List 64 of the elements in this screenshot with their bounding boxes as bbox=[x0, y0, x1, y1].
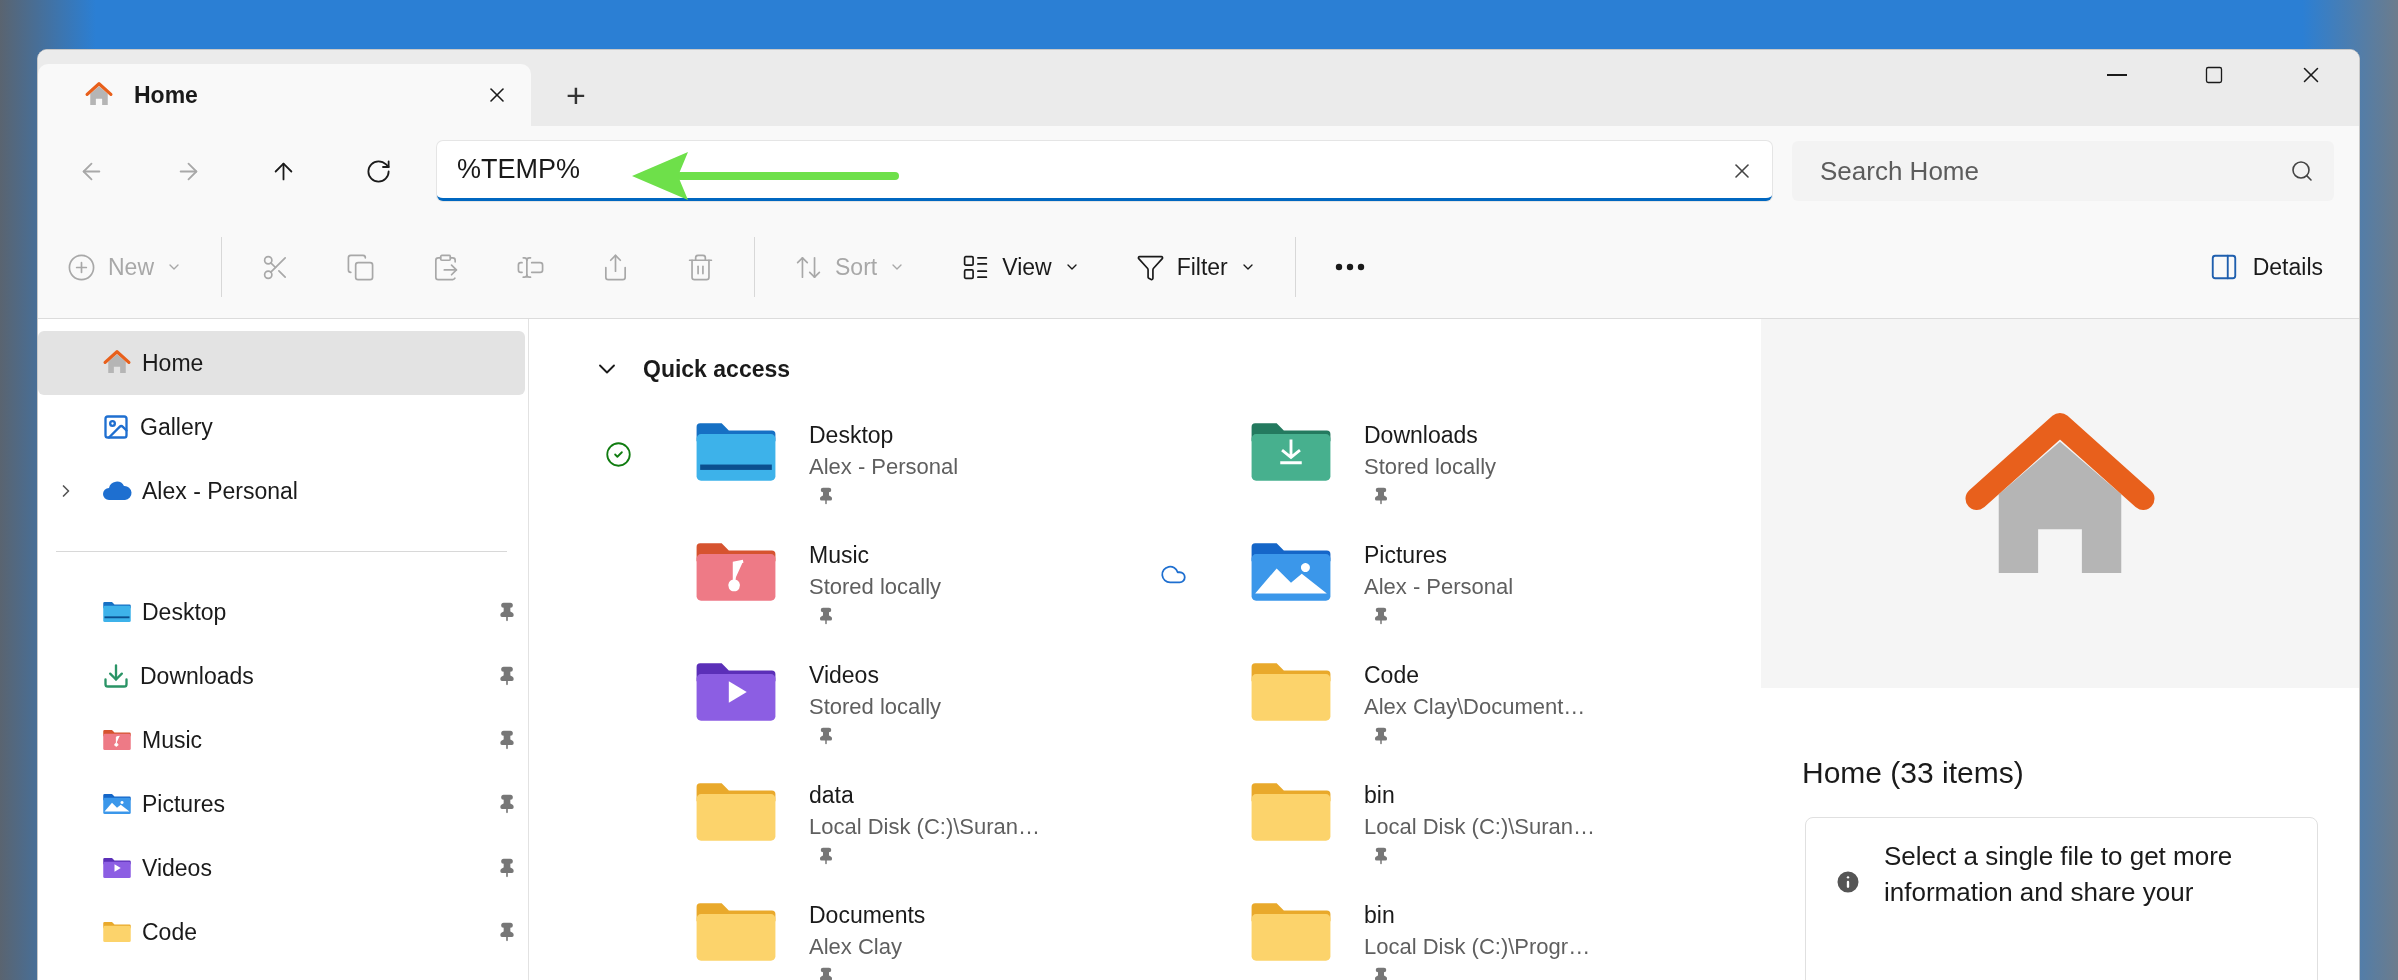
folder-location: Local Disk (C:)\Suran… bbox=[809, 813, 1041, 841]
folder-tile[interactable]: bin Local Disk (C:)\Suran… bbox=[1148, 777, 1703, 897]
tab[interactable]: Home bbox=[38, 64, 531, 126]
folder-location: Alex Clay\Document… bbox=[1364, 693, 1586, 721]
trash-icon bbox=[686, 252, 715, 282]
folder-tile[interactable]: Documents Alex Clay bbox=[593, 897, 1148, 980]
sidebar-item[interactable]: Home bbox=[38, 331, 525, 395]
folder-icon bbox=[102, 600, 132, 624]
sidebar-item[interactable]: Gallery bbox=[38, 395, 525, 459]
folder-tile[interactable]: Music Stored locally bbox=[593, 537, 1148, 657]
search-field[interactable]: Search Home bbox=[1792, 141, 2334, 201]
folder-location: Stored locally bbox=[809, 573, 942, 601]
maximize-icon bbox=[2203, 65, 2224, 85]
folder-icon bbox=[102, 856, 132, 880]
sidebar-item[interactable]: Desktop bbox=[38, 580, 525, 644]
address-field[interactable]: %TEMP% bbox=[437, 141, 1772, 201]
folder-tile[interactable]: bin Local Disk (C:)\Progr… bbox=[1148, 897, 1703, 980]
sidebar-item[interactable]: Downloads bbox=[38, 644, 525, 708]
folder-name: Downloads bbox=[1364, 421, 1479, 450]
folder-name: Videos bbox=[809, 661, 880, 690]
folder-tile[interactable]: Videos Stored locally bbox=[593, 657, 1148, 777]
sidebar-item[interactable]: Music bbox=[38, 708, 525, 772]
section-title: Quick access bbox=[643, 354, 791, 384]
folder-icon bbox=[102, 920, 132, 944]
copy-icon bbox=[346, 252, 375, 282]
folder-tile[interactable]: Desktop Alex - Personal bbox=[593, 417, 1148, 537]
folder-location: Alex - Personal bbox=[1364, 573, 1514, 601]
folder-icon bbox=[102, 792, 132, 816]
plus-circle-icon bbox=[67, 252, 96, 282]
folder-name: data bbox=[809, 781, 855, 810]
info-message: Select a single file to get more information and share your bbox=[1884, 839, 2234, 909]
sidebar-item[interactable]: Code bbox=[38, 900, 525, 964]
folder-name: bin bbox=[1364, 781, 1396, 810]
folder-tile[interactable]: data Local Disk (C:)\Suran… bbox=[593, 777, 1148, 897]
sidebar-item[interactable]: Videos bbox=[38, 836, 525, 900]
sidebar-item[interactable]: Alex - Personal bbox=[38, 459, 525, 523]
folder-location: Stored locally bbox=[1364, 453, 1497, 481]
download-icon bbox=[102, 662, 130, 690]
folder-location: Local Disk (C:)\Suran… bbox=[1364, 813, 1596, 841]
toolbar-button[interactable]: Filter bbox=[1118, 237, 1273, 297]
minimize-icon bbox=[2106, 74, 2127, 76]
folder-name: Documents bbox=[809, 901, 926, 930]
folder-location: Alex Clay bbox=[809, 933, 903, 961]
folder-icon bbox=[102, 728, 132, 752]
folder-location: Stored locally bbox=[809, 693, 942, 721]
search-icon bbox=[2290, 159, 2314, 183]
folder-location: Local Disk (C:)\Progr… bbox=[1364, 933, 1591, 961]
sidebar-item[interactable]: Pictures bbox=[38, 772, 525, 836]
folder-tile[interactable]: Code Alex Clay\Document… bbox=[1148, 657, 1703, 777]
folder-name: Code bbox=[1364, 661, 1420, 690]
folder-tile[interactable]: Pictures Alex - Personal bbox=[1148, 537, 1703, 657]
more-dots-icon bbox=[1334, 263, 1365, 271]
folder-location: Alex - Personal bbox=[809, 453, 959, 481]
details-button[interactable]: Details bbox=[2194, 237, 2337, 297]
folder-name: Music bbox=[809, 541, 871, 570]
picture-icon bbox=[102, 413, 130, 441]
new-tab-button[interactable]: + bbox=[531, 64, 621, 126]
folder-name: bin bbox=[1364, 901, 1396, 930]
folder-name: Pictures bbox=[1364, 541, 1449, 570]
folder-name: Desktop bbox=[809, 421, 895, 450]
folder-tile[interactable]: Downloads Stored locally bbox=[1148, 417, 1703, 537]
toolbar-button[interactable]: View bbox=[944, 237, 1097, 297]
details-title: Home (33 items) bbox=[1802, 754, 2025, 791]
cloud-icon bbox=[102, 480, 132, 502]
